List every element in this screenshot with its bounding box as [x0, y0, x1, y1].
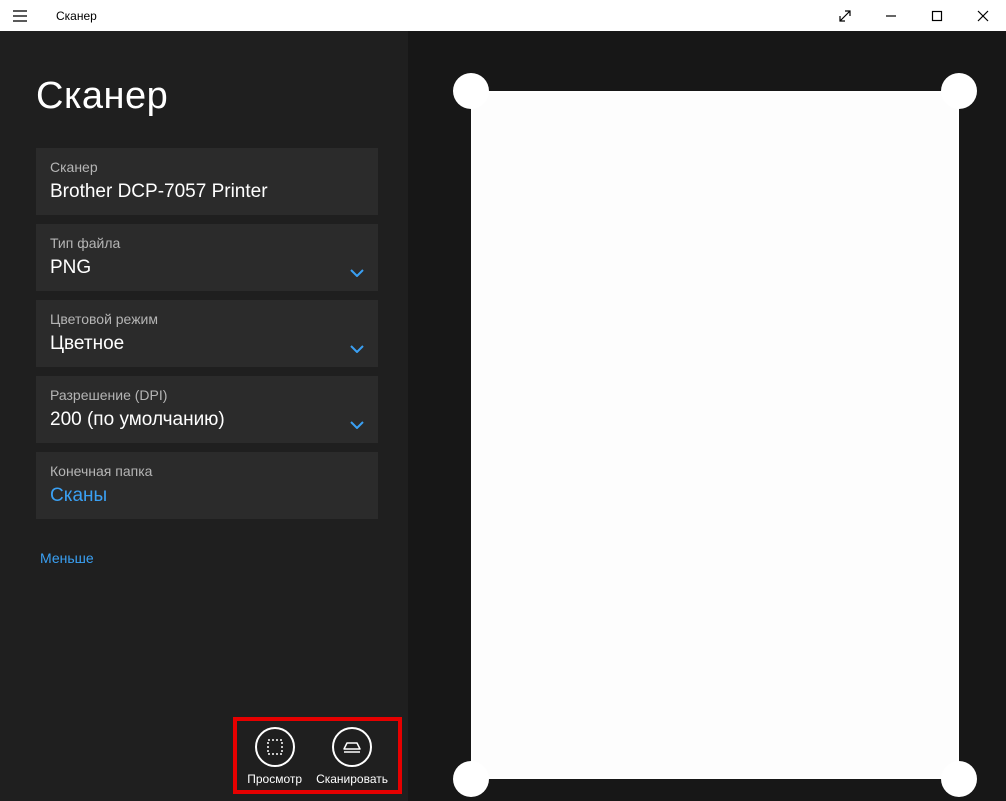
- scanner-value: Brother DCP-7057 Printer: [50, 181, 364, 203]
- titlebar-left: Сканер: [0, 0, 97, 31]
- scan-icon-circle: [332, 727, 372, 767]
- window-title: Сканер: [56, 9, 97, 23]
- destination-folder-field[interactable]: Конечная папка Сканы: [36, 452, 378, 519]
- colormode-dropdown[interactable]: Цветовой режим Цветное: [36, 300, 378, 367]
- close-button[interactable]: [960, 0, 1006, 31]
- filetype-label: Тип файла: [50, 235, 364, 251]
- chevron-down-icon: [350, 421, 364, 429]
- close-icon: [977, 10, 989, 22]
- preview-label: Просмотр: [247, 772, 302, 786]
- scanner-icon: [341, 737, 363, 757]
- titlebar: Сканер: [0, 0, 1006, 31]
- crop-handle-bottom-right[interactable]: [941, 761, 977, 797]
- hamburger-menu-button[interactable]: [0, 0, 40, 31]
- sidebar-inner: Сканер Сканер Brother DCP-7057 Printer Т…: [0, 31, 408, 801]
- preview-area: [408, 31, 1006, 801]
- filetype-value: PNG: [50, 257, 364, 279]
- fullscreen-icon: [839, 10, 851, 22]
- page-title: Сканер: [36, 75, 378, 118]
- preview-selection-icon: [265, 737, 285, 757]
- scan-preview-page[interactable]: [471, 91, 959, 779]
- maximize-button[interactable]: [914, 0, 960, 31]
- crop-handle-top-right[interactable]: [941, 73, 977, 109]
- scan-label: Сканировать: [316, 772, 388, 786]
- preview-button[interactable]: Просмотр: [245, 723, 304, 786]
- fullscreen-button[interactable]: [822, 0, 868, 31]
- scan-button[interactable]: Сканировать: [314, 723, 390, 786]
- titlebar-controls: [822, 0, 1006, 31]
- dpi-dropdown[interactable]: Разрешение (DPI) 200 (по умолчанию): [36, 376, 378, 443]
- maximize-icon: [931, 10, 943, 22]
- crop-handle-top-left[interactable]: [453, 73, 489, 109]
- colormode-value: Цветное: [50, 333, 364, 355]
- filetype-dropdown[interactable]: Тип файла PNG: [36, 224, 378, 291]
- scanner-dropdown[interactable]: Сканер Brother DCP-7057 Printer: [36, 148, 378, 215]
- action-buttons-highlight: Просмотр Сканировать: [233, 717, 402, 794]
- crop-handle-bottom-left[interactable]: [453, 761, 489, 797]
- minimize-button[interactable]: [868, 0, 914, 31]
- hamburger-icon: [13, 10, 27, 22]
- chevron-down-icon: [350, 345, 364, 353]
- show-less-link[interactable]: Меньше: [36, 550, 378, 566]
- minimize-icon: [885, 10, 897, 22]
- dpi-value: 200 (по умолчанию): [50, 409, 364, 431]
- colormode-label: Цветовой режим: [50, 311, 364, 327]
- destfolder-value: Сканы: [50, 485, 364, 507]
- settings-sidebar: Сканер Сканер Brother DCP-7057 Printer Т…: [0, 31, 408, 801]
- chevron-down-icon: [350, 269, 364, 277]
- preview-icon-circle: [255, 727, 295, 767]
- app-body: Сканер Сканер Brother DCP-7057 Printer Т…: [0, 31, 1006, 801]
- scanner-label: Сканер: [50, 159, 364, 175]
- destfolder-label: Конечная папка: [50, 463, 364, 479]
- dpi-label: Разрешение (DPI): [50, 387, 364, 403]
